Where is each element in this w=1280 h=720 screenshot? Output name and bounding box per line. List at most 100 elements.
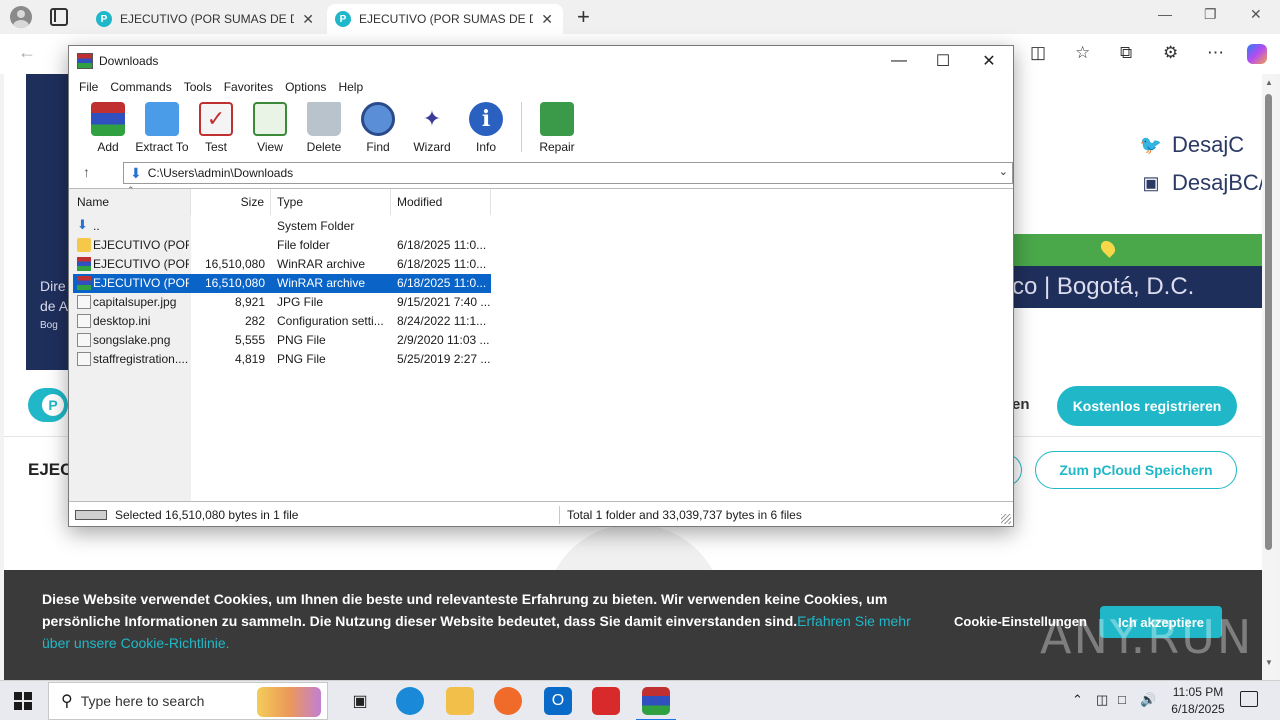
taskbar-search[interactable]: ⚲ Type here to search <box>48 682 328 720</box>
delete-button[interactable]: Delete <box>297 98 351 156</box>
scroll-thumb[interactable] <box>1265 94 1272 550</box>
minimize-icon[interactable]: — <box>877 50 921 72</box>
instagram-icon: ▣ <box>1142 172 1160 193</box>
new-tab-button[interactable]: + <box>577 4 590 30</box>
collections-icon[interactable]: ⧉ <box>1120 43 1132 63</box>
scroll-up-icon[interactable]: ▲ <box>1265 78 1273 87</box>
windows-start-icon[interactable] <box>14 692 32 710</box>
file-list[interactable]: Name ⌃ Size Type Modified ⬇.. System Fold… <box>69 185 1013 502</box>
maximize-icon[interactable]: ❐ <box>1204 6 1217 23</box>
col-header-name[interactable]: Name ⌃ <box>69 185 191 215</box>
browser-tab-2-active[interactable]: P EJECUTIVO (POR SUMAS DE DINE ✕ <box>327 4 563 34</box>
path-combobox[interactable]: ⬇ C:\Users\admin\Downloads ⌄ <box>123 162 1013 184</box>
menu-help[interactable]: Help <box>336 80 365 94</box>
copilot-icon[interactable] <box>1247 44 1267 64</box>
image-file-icon <box>77 333 91 347</box>
tray-chevron-up-icon[interactable]: ⌃ <box>1072 692 1083 708</box>
image-file-icon <box>77 295 91 309</box>
view-button[interactable]: View <box>243 98 297 156</box>
menu-tools[interactable]: Tools <box>182 80 214 94</box>
social-instagram[interactable]: ▣ DesajBC/ <box>1140 170 1262 196</box>
maximize-icon[interactable]: ☐ <box>921 50 965 72</box>
menu-file[interactable]: File <box>77 80 100 94</box>
close-tab-icon[interactable]: ✕ <box>541 11 553 28</box>
file-row[interactable]: EJECUTIVO (POR... File folder 6/18/2025 11… <box>73 236 491 255</box>
col-header-type[interactable]: Type <box>271 189 391 215</box>
up-level-icon[interactable]: ↑ <box>83 164 90 180</box>
menu-commands[interactable]: Commands <box>108 80 173 94</box>
info-button[interactable]: i Info <box>459 98 513 156</box>
wizard-button[interactable]: ✦ Wizard <box>405 98 459 156</box>
back-icon[interactable]: ← <box>18 42 36 63</box>
file-name: desktop.ini <box>93 314 151 328</box>
cookie-text: Diese Website verwendet Cookies, um Ihne… <box>42 591 888 629</box>
find-magnifier-icon <box>361 102 395 136</box>
network-icon[interactable]: □ <box>1118 692 1126 707</box>
repair-button[interactable]: Repair <box>530 98 584 156</box>
pcloud-logo[interactable] <box>28 388 68 422</box>
login-link[interactable]: en <box>1012 396 1030 413</box>
firefox-icon[interactable] <box>494 687 522 715</box>
hero-location-text: co | Bogotá, D.C. <box>1012 273 1195 300</box>
profile-avatar-icon[interactable] <box>10 6 32 28</box>
file-row[interactable]: songslake.png 5,555 PNG File 2/9/2020 11:03… <box>73 331 491 350</box>
outlook-icon[interactable]: O <box>544 687 572 715</box>
chevron-down-icon[interactable]: ⌄ <box>999 165 1008 178</box>
minimize-icon[interactable]: — <box>1158 6 1172 22</box>
tool-label: Test <box>204 140 227 154</box>
twitter-icon: 🐦 <box>1139 134 1163 155</box>
file-explorer-icon[interactable] <box>446 687 474 715</box>
split-screen-icon[interactable]: ◫ <box>1030 43 1046 63</box>
task-view-icon[interactable]: ▣ <box>346 687 374 715</box>
favorites-star-icon[interactable]: ☆ <box>1075 43 1090 63</box>
save-to-pcloud-button[interactable]: Zum pCloud Speichern <box>1035 451 1237 489</box>
file-row[interactable]: ⬇.. System Folder <box>73 217 491 236</box>
file-row[interactable]: staffregistration.... 4,819 PNG File 5/25/2… <box>73 350 491 369</box>
add-button[interactable]: Add <box>81 98 135 156</box>
test-button[interactable]: ✓ Test <box>189 98 243 156</box>
col-header-size[interactable]: Size <box>191 189 271 215</box>
resize-grip[interactable] <box>1001 514 1011 524</box>
col-header-modified[interactable]: Modified <box>391 189 491 215</box>
browser-tab-1[interactable]: P EJECUTIVO (POR SUMAS DE DINE ✕ <box>88 4 324 34</box>
social-handle: DesajBC/ <box>1172 170 1262 195</box>
social-twitter[interactable]: 🐦 DesajC <box>1140 132 1244 158</box>
tray-device-icon[interactable]: ◫ <box>1096 692 1108 708</box>
file-row[interactable]: capitalsuper.jpg 8,921 JPG File 9/15/2021 7… <box>73 293 491 312</box>
find-button[interactable]: Find <box>351 98 405 156</box>
tab-actions-icon[interactable] <box>50 8 68 26</box>
file-modified: 8/24/2022 11:1... <box>397 314 487 328</box>
notifications-icon[interactable] <box>1240 691 1258 707</box>
status-separator <box>559 506 560 524</box>
volume-icon[interactable]: 🔊 <box>1140 692 1156 708</box>
scroll-down-icon[interactable]: ▼ <box>1265 658 1273 667</box>
file-row[interactable]: desktop.ini 282 Configuration setti... 8/24… <box>73 312 491 331</box>
file-row[interactable]: EJECUTIVO (POR... 16,510,080 WinRAR archiv… <box>73 255 491 274</box>
taskbar-clock[interactable]: 11:05 PM 6/18/2025 <box>1160 684 1236 718</box>
file-type: File folder <box>277 238 330 252</box>
close-window-icon[interactable]: ✕ <box>1250 6 1262 23</box>
file-modified: 6/18/2025 11:0... <box>397 257 487 271</box>
more-menu-icon[interactable]: ⋯ <box>1207 43 1224 63</box>
clock-date: 6/18/2025 <box>1171 702 1225 716</box>
menu-options[interactable]: Options <box>283 80 328 94</box>
extract-to-button[interactable]: Extract To <box>135 98 189 156</box>
hero-line: Dire <box>40 278 66 294</box>
menu-favorites[interactable]: Favorites <box>222 80 275 94</box>
anyrun-watermark: ANY.RUN <box>1040 610 1254 664</box>
register-button[interactable]: Kostenlos registrieren <box>1057 386 1237 426</box>
winrar-titlebar[interactable]: Downloads — ☐ ✕ <box>69 46 1013 76</box>
file-type: JPG File <box>277 295 324 309</box>
close-tab-icon[interactable]: ✕ <box>302 11 314 28</box>
file-row[interactable]: EJECUTIVO (POR... 16,510,080 WinRAR archiv… <box>73 274 491 293</box>
edge-icon[interactable] <box>396 687 424 715</box>
close-icon[interactable]: ✕ <box>967 50 1011 72</box>
settings-file-icon <box>77 314 91 328</box>
browser-tab-bar: P EJECUTIVO (POR SUMAS DE DINE ✕ P EJECU… <box>0 0 1280 34</box>
page-scrollbar[interactable]: ▲ ▼ <box>1262 74 1276 680</box>
winrar-taskbar-icon[interactable] <box>636 687 676 720</box>
winrar-app-icon <box>77 53 93 69</box>
performance-icon[interactable]: ⚙ <box>1163 43 1178 63</box>
acrobat-icon[interactable] <box>592 687 620 715</box>
current-path: C:\Users\admin\Downloads <box>147 166 294 180</box>
